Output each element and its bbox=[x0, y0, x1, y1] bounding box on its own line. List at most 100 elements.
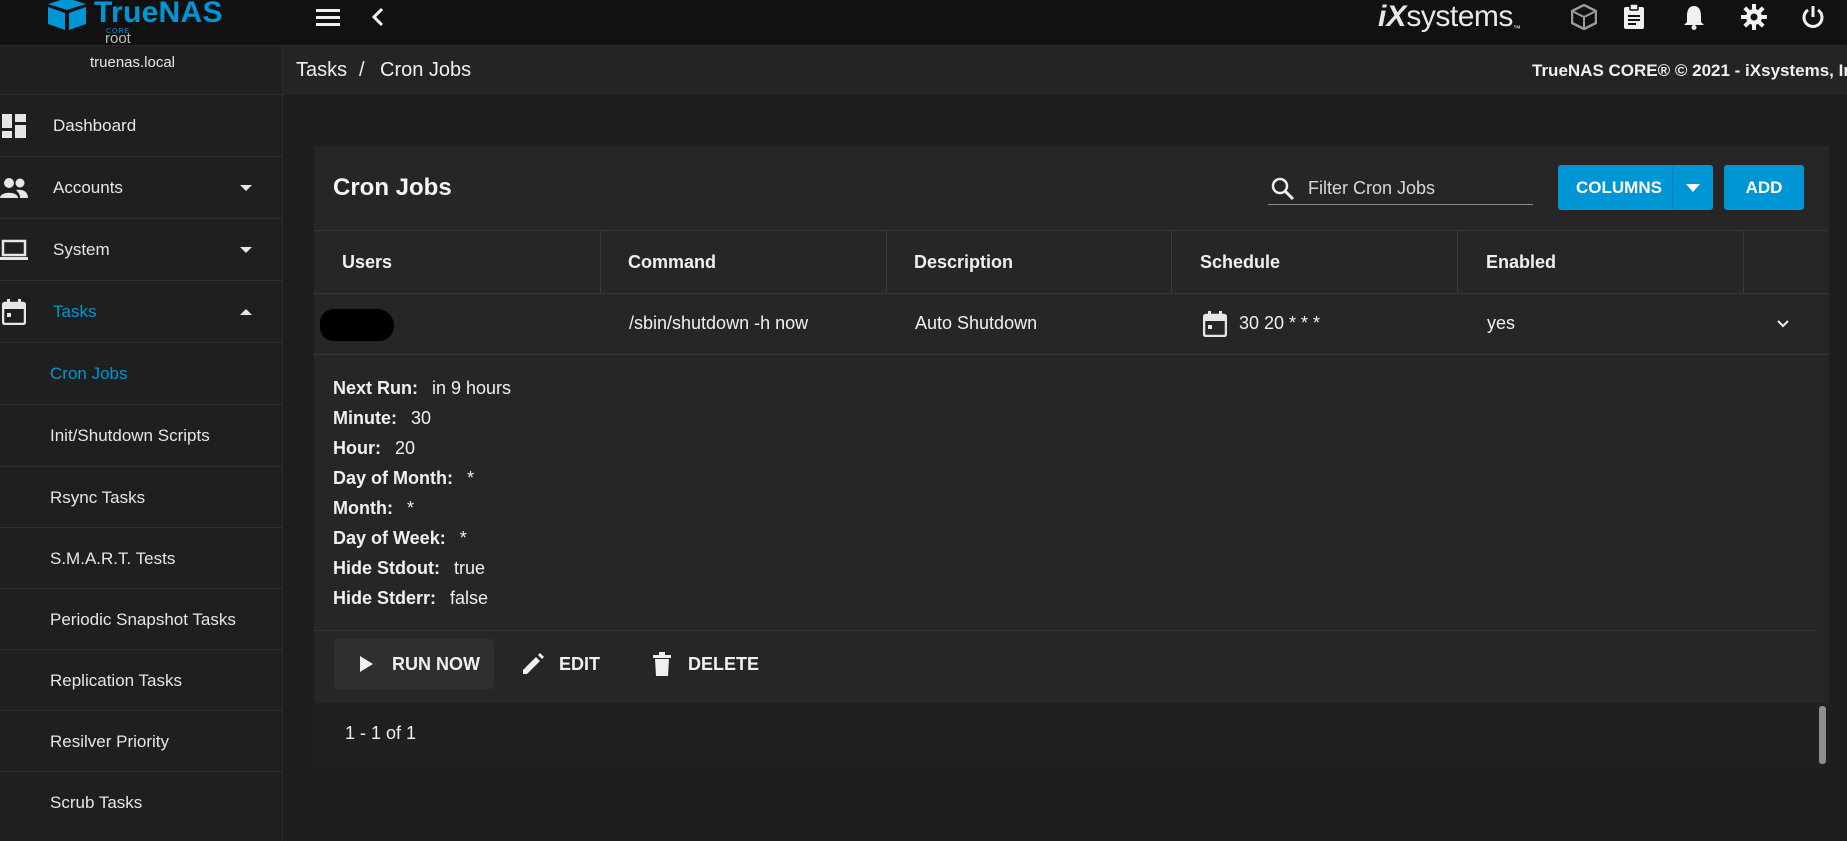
pagination-range: 1 - 1 of 1 bbox=[345, 723, 417, 743]
sidebar-subitem-scrub-tasks[interactable]: Scrub Tasks bbox=[0, 771, 282, 833]
menu-icon[interactable] bbox=[315, 4, 341, 30]
table-row[interactable]: /sbin/shutdown -h now Auto Shutdown 30 2… bbox=[314, 293, 1829, 355]
sidebar-subitem-resilver-priority[interactable]: Resilver Priority bbox=[0, 710, 282, 772]
cell-description: Auto Shutdown bbox=[915, 313, 1038, 333]
detail-hide-stderr: Hide Stderr: false bbox=[333, 588, 511, 618]
delete-label: DELETE bbox=[688, 653, 760, 674]
columns-button-label: COLUMNS bbox=[1576, 177, 1662, 197]
cell-command: /sbin/shutdown -h now bbox=[629, 313, 809, 333]
table-header: Users Command Description Schedule Enabl… bbox=[314, 230, 1829, 294]
truecommand-icon[interactable] bbox=[1571, 4, 1597, 30]
sidebar-subitem-label: S.M.A.R.T. Tests bbox=[50, 548, 176, 568]
brand-name: TrueNAS bbox=[94, 0, 223, 29]
vendor-rest: systems bbox=[1406, 0, 1513, 33]
detail-hide-stdout: Hide Stdout: true bbox=[333, 558, 511, 588]
detail-key: Hour: bbox=[333, 438, 381, 458]
sidebar-subitem-smart-tests[interactable]: S.M.A.R.T. Tests bbox=[0, 527, 282, 589]
chevron-down-icon[interactable] bbox=[1776, 293, 1790, 354]
breadcrumb-current: Cron Jobs bbox=[380, 59, 472, 81]
power-icon[interactable] bbox=[1800, 4, 1826, 30]
truenas-logo-icon bbox=[48, 0, 86, 30]
back-chevron-icon[interactable] bbox=[365, 4, 391, 30]
column-header-enabled[interactable]: Enabled bbox=[1486, 231, 1556, 293]
page-title: Cron Jobs bbox=[333, 174, 452, 201]
edit-label: EDIT bbox=[559, 653, 601, 674]
chevron-down-icon bbox=[240, 246, 252, 253]
detail-value: 30 bbox=[410, 408, 432, 428]
sidebar-subitem-replication-tasks[interactable]: Replication Tasks bbox=[0, 649, 282, 711]
truenas-logo[interactable]: TrueNAS bbox=[44, 0, 223, 32]
column-header-users[interactable]: Users bbox=[342, 231, 392, 293]
search-icon bbox=[1271, 177, 1295, 201]
table-footer: 1 - 1 of 1 bbox=[314, 703, 1829, 766]
play-icon bbox=[352, 650, 380, 678]
column-divider bbox=[886, 231, 887, 293]
edit-button[interactable]: EDIT bbox=[519, 639, 600, 689]
cell-schedule: 30 20 * * * bbox=[1203, 293, 1320, 354]
sidebar-item-accounts[interactable]: Accounts bbox=[0, 156, 282, 218]
column-divider bbox=[600, 231, 601, 293]
sidebar-item-label: Dashboard bbox=[53, 115, 137, 135]
sidebar-item-tasks[interactable]: Tasks bbox=[0, 280, 282, 342]
pencil-icon bbox=[519, 650, 547, 678]
laptop-icon bbox=[0, 236, 28, 264]
cron-jobs-card: Cron Jobs COLUMNS ADD Users Command Desc… bbox=[314, 146, 1829, 766]
bell-icon[interactable] bbox=[1681, 4, 1707, 30]
clipboard-icon[interactable] bbox=[1621, 4, 1647, 30]
breadcrumb: Tasks / Cron Jobs TrueNAS CORE® © 2021 -… bbox=[283, 46, 1847, 95]
vendor-prefix: iX bbox=[1378, 0, 1407, 33]
trash-icon bbox=[648, 650, 676, 678]
cell-enabled: yes bbox=[1487, 313, 1516, 333]
gear-icon[interactable] bbox=[1741, 4, 1767, 30]
sidebar-subitem-label: Periodic Snapshot Tasks bbox=[50, 609, 236, 629]
sidebar-subitem-init-shutdown-scripts[interactable]: Init/Shutdown Scripts bbox=[0, 404, 282, 466]
sidebar-subitem-label: Init/Shutdown Scripts bbox=[50, 425, 210, 445]
detail-key: Day of Month: bbox=[333, 468, 453, 488]
sidebar-item-dashboard[interactable]: Dashboard bbox=[0, 94, 282, 156]
detail-key: Minute: bbox=[333, 408, 397, 428]
column-divider bbox=[1457, 231, 1458, 293]
people-icon bbox=[0, 174, 28, 202]
sidebar-subitem-label: Rsync Tasks bbox=[50, 487, 146, 507]
run-now-label: RUN NOW bbox=[392, 653, 480, 674]
sidebar-item-label: Tasks bbox=[53, 301, 97, 321]
detail-hour: Hour: 20 bbox=[333, 438, 511, 468]
ixsystems-logo[interactable]: iXsystems™ bbox=[1378, 0, 1521, 34]
copyright-text: TrueNAS CORE® © 2021 - iXsystems, Inc bbox=[1532, 61, 1847, 80]
chevron-down-icon bbox=[240, 184, 252, 191]
chevron-down-icon[interactable] bbox=[1672, 165, 1713, 210]
run-now-button[interactable]: RUN NOW bbox=[334, 639, 494, 689]
detail-key: Month: bbox=[333, 498, 393, 518]
top-bar: TrueNAS CORE iXsystems™ bbox=[0, 0, 1847, 46]
detail-key: Hide Stdout: bbox=[333, 558, 440, 578]
delete-button[interactable]: DELETE bbox=[648, 639, 759, 689]
sidebar-username: root bbox=[105, 30, 131, 47]
detail-value: true bbox=[453, 558, 486, 578]
add-button[interactable]: ADD bbox=[1724, 165, 1804, 210]
column-header-schedule[interactable]: Schedule bbox=[1200, 231, 1280, 293]
column-header-description[interactable]: Description bbox=[914, 231, 1013, 293]
calendar-icon bbox=[0, 298, 28, 326]
detail-value: 20 bbox=[395, 438, 416, 458]
detail-value: in 9 hours bbox=[432, 378, 512, 398]
filter-input[interactable] bbox=[1308, 176, 1528, 200]
sidebar-subitem-label: Cron Jobs bbox=[50, 363, 128, 383]
sidebar-item-system[interactable]: System bbox=[0, 218, 282, 280]
redacted-user bbox=[320, 309, 394, 341]
detail-key: Next Run: bbox=[333, 378, 418, 398]
breadcrumb-parent[interactable]: Tasks bbox=[296, 59, 347, 82]
column-header-command[interactable]: Command bbox=[628, 231, 716, 293]
sidebar-subitem-label: Scrub Tasks bbox=[50, 792, 143, 812]
sidebar-subitem-cron-jobs[interactable]: Cron Jobs bbox=[0, 342, 282, 404]
sidebar-subitem-rsync-tasks[interactable]: Rsync Tasks bbox=[0, 466, 282, 528]
detail-next-run: Next Run: in 9 hours bbox=[333, 378, 511, 408]
sidebar-item-label: System bbox=[53, 239, 110, 259]
detail-day-of-week: Day of Week: * bbox=[333, 528, 511, 558]
sidebar-subitem-periodic-snapshot-tasks[interactable]: Periodic Snapshot Tasks bbox=[0, 588, 282, 650]
detail-value: * bbox=[406, 498, 414, 518]
scrollbar-thumb[interactable] bbox=[1819, 706, 1826, 764]
detail-key: Hide Stderr: bbox=[333, 588, 437, 608]
row-actions: RUN NOW EDIT DELETE bbox=[314, 630, 1817, 703]
columns-button[interactable]: COLUMNS bbox=[1558, 165, 1713, 210]
detail-month: Month: * bbox=[333, 498, 511, 528]
